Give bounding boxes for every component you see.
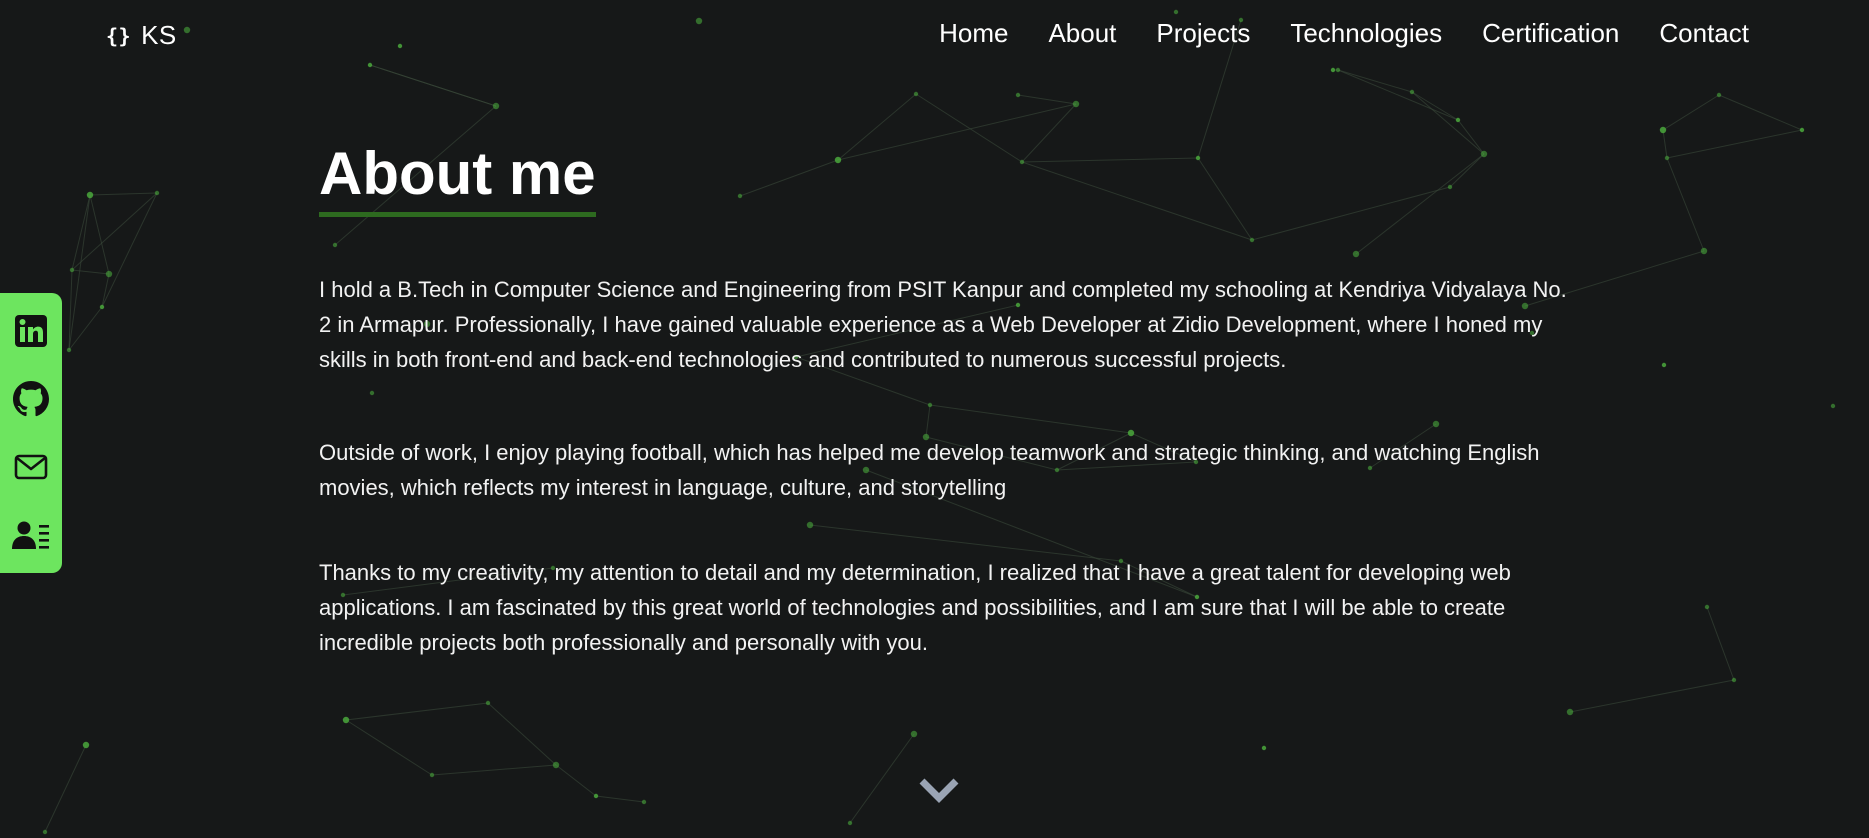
- network-node: [1261, 745, 1267, 751]
- network-edge: [71, 269, 110, 275]
- network-node: [86, 191, 94, 199]
- network-node: [1455, 117, 1461, 123]
- network-node: [1409, 89, 1415, 95]
- mail-icon: [14, 454, 48, 480]
- network-edge: [1569, 679, 1735, 713]
- network-node: [641, 799, 647, 805]
- github-icon: [13, 381, 49, 417]
- nav-link-projects[interactable]: Projects: [1156, 18, 1250, 49]
- network-edge: [44, 744, 87, 833]
- network-node: [99, 304, 105, 310]
- nav-link-contact[interactable]: Contact: [1659, 18, 1749, 49]
- network-node: [593, 793, 599, 799]
- network-node: [913, 91, 919, 97]
- network-edge: [89, 192, 158, 196]
- network-node: [66, 347, 72, 353]
- network-node: [105, 270, 113, 278]
- network-node: [492, 102, 500, 110]
- resume-link[interactable]: [11, 515, 51, 555]
- logo-text: KS: [141, 20, 177, 50]
- code-braces-icon: {}: [106, 23, 132, 48]
- network-node: [342, 716, 350, 724]
- scroll-down-button[interactable]: [918, 775, 960, 807]
- network-edge: [1666, 157, 1705, 252]
- social-sidebar: [0, 293, 62, 573]
- network-edge: [101, 273, 110, 308]
- network-edge: [1337, 69, 1459, 121]
- network-edge: [595, 795, 645, 803]
- chevron-down-icon: [919, 778, 959, 803]
- network-node: [82, 741, 90, 749]
- network-node: [154, 190, 160, 196]
- about-section: About me I hold a B.Tech in Computer Sci…: [319, 138, 1569, 660]
- network-node: [1731, 677, 1737, 683]
- network-edge: [431, 764, 557, 776]
- network-edge: [1666, 129, 1803, 159]
- network-edge: [345, 702, 489, 721]
- network-node: [552, 761, 560, 769]
- nav-link-certification[interactable]: Certification: [1482, 18, 1619, 49]
- network-edge: [1718, 94, 1803, 131]
- network-node: [42, 829, 48, 835]
- page: {} KS Home About Projects Technologies C…: [0, 0, 1869, 838]
- linkedin-link[interactable]: [11, 311, 51, 351]
- network-edge: [1411, 91, 1459, 121]
- logo[interactable]: {} KS: [106, 20, 177, 51]
- nav-link-technologies[interactable]: Technologies: [1290, 18, 1442, 49]
- network-node: [1700, 247, 1708, 255]
- network-edge: [1017, 94, 1077, 105]
- network-edge: [345, 719, 433, 776]
- network-edge: [1337, 69, 1413, 93]
- network-node: [1716, 92, 1722, 98]
- about-paragraph-education: I hold a B.Tech in Computer Science and …: [319, 277, 1567, 372]
- nav-link-home[interactable]: Home: [939, 18, 1008, 49]
- network-edge: [555, 764, 597, 797]
- network-node: [1015, 92, 1021, 98]
- network-edge: [89, 194, 110, 275]
- network-node: [847, 820, 853, 826]
- network-edge: [101, 192, 158, 308]
- about-paragraph-hobbies: Outside of work, I enjoy playing footbal…: [319, 440, 1540, 500]
- network-node: [485, 700, 491, 706]
- contact-card-icon: [12, 521, 49, 549]
- network-node: [429, 772, 435, 778]
- network-node: [1072, 100, 1080, 108]
- network-node: [1566, 708, 1574, 716]
- network-node: [1830, 403, 1836, 409]
- network-node: [1799, 127, 1805, 133]
- network-edge: [849, 733, 915, 824]
- network-node: [1661, 362, 1667, 368]
- network-edge: [1706, 606, 1735, 681]
- section-title: About me: [319, 138, 596, 217]
- linkedin-icon: [15, 315, 47, 347]
- nav-link-about[interactable]: About: [1048, 18, 1116, 49]
- network-edge: [487, 702, 557, 766]
- network-node: [1659, 126, 1667, 134]
- github-link[interactable]: [11, 379, 51, 419]
- network-edge: [1662, 129, 1668, 159]
- network-node: [910, 730, 918, 738]
- email-link[interactable]: [11, 447, 51, 487]
- top-navigation: {} KS Home About Projects Technologies C…: [0, 0, 1869, 72]
- network-node: [1704, 604, 1710, 610]
- nav-menu: Home About Projects Technologies Certifi…: [939, 18, 1749, 49]
- network-node: [69, 267, 75, 273]
- network-node: [1664, 155, 1670, 161]
- about-paragraph-goals: Thanks to my creativity, my attention to…: [319, 560, 1511, 655]
- network-edge: [1662, 94, 1720, 131]
